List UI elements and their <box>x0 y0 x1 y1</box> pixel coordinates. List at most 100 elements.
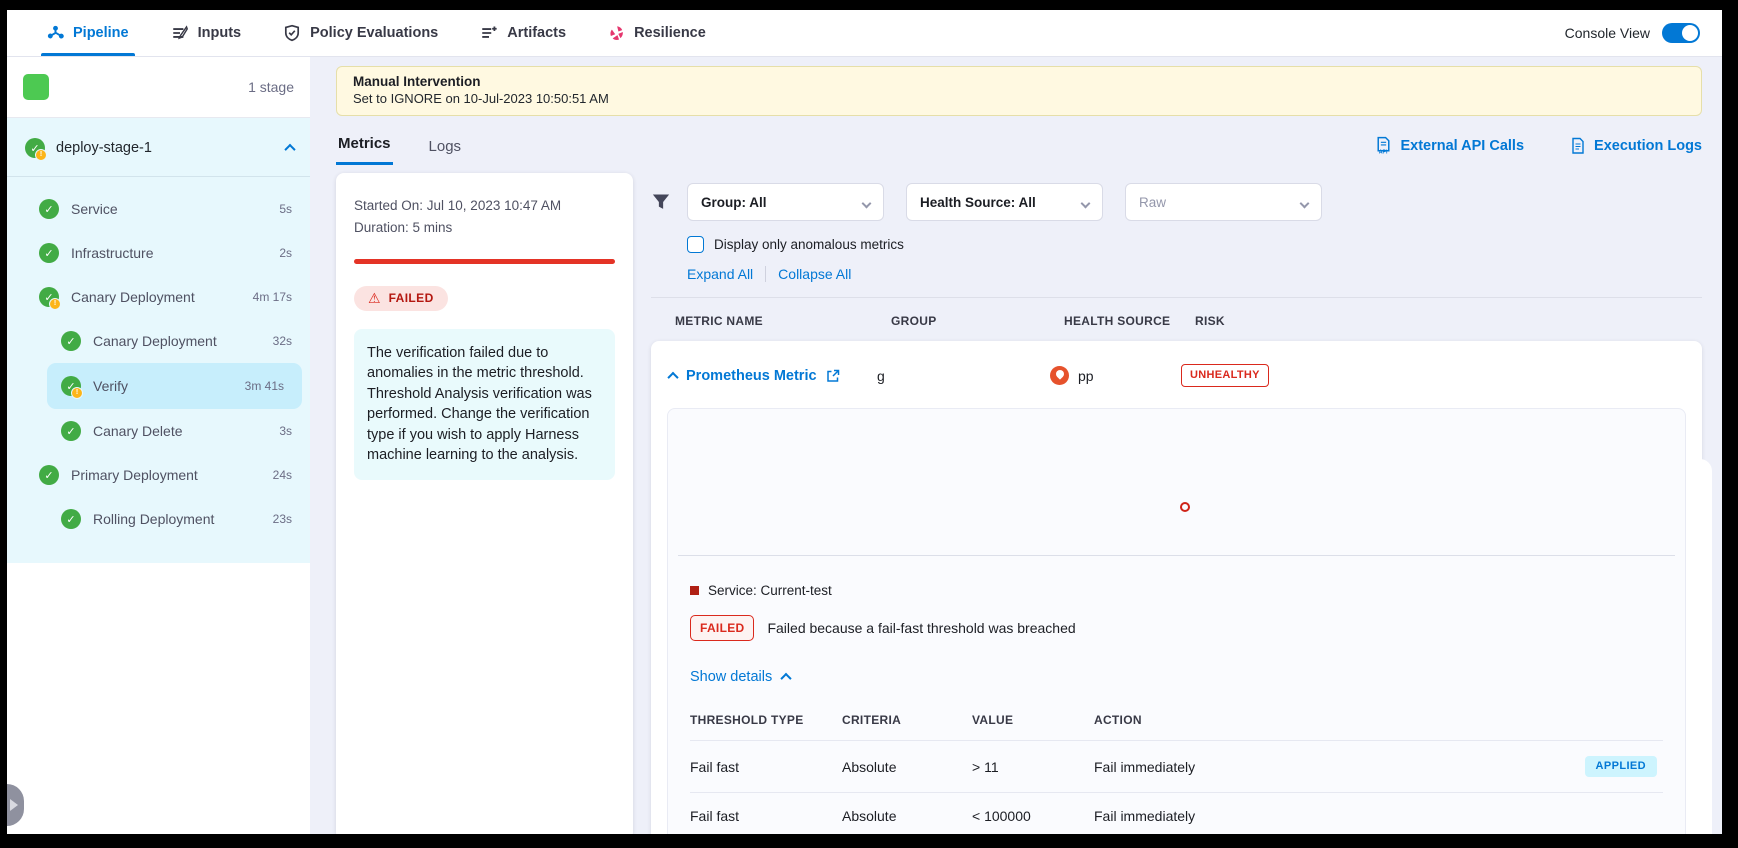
tab-logs[interactable]: Logs <box>427 132 464 165</box>
prometheus-icon <box>1050 366 1069 385</box>
health-source-filter-select[interactable]: Health Source: All <box>906 183 1103 221</box>
manual-intervention-banner: Manual Intervention Set to IGNORE on 10-… <box>336 66 1702 116</box>
started-on: Started On: Jul 10, 2023 10:47 AM <box>354 195 615 217</box>
stage-row[interactable]: ✓ deploy-stage-1 <box>7 118 310 176</box>
raw-filter-select[interactable]: Raw <box>1125 183 1322 221</box>
chart-x-axis <box>678 555 1675 556</box>
warning-triangle-icon: ⚠ <box>368 291 381 305</box>
threshold-row: Fail fast Absolute > 11 Fail immediately… <box>690 740 1663 792</box>
console-view-toggle[interactable] <box>1662 23 1700 43</box>
step-duration: 3m 41s <box>245 379 284 393</box>
step-label: Rolling Deployment <box>93 511 214 527</box>
metric-name-link[interactable]: Prometheus Metric <box>686 368 817 384</box>
col-criteria: CRITERIA <box>842 713 972 727</box>
group-filter-select[interactable]: Group: All <box>687 183 884 221</box>
failed-progress-bar <box>354 259 615 264</box>
execution-logs-link[interactable]: Execution Logs <box>1570 136 1702 155</box>
show-details-toggle[interactable]: Show details <box>690 669 1663 685</box>
health-source-filter-value: Health Source: All <box>920 195 1036 210</box>
metric-card: Prometheus Metric g pp UNHEALTHY <box>651 341 1702 834</box>
metric-chart[interactable] <box>668 409 1685 555</box>
threshold-value: > 11 <box>972 759 1094 775</box>
duration: Duration: 5 mins <box>354 217 615 239</box>
tab-pipeline[interactable]: Pipeline <box>47 10 129 56</box>
step-service[interactable]: ✓ Service 5s <box>7 187 310 231</box>
tab-artifacts[interactable]: Artifacts <box>480 10 566 56</box>
step-label: Infrastructure <box>71 245 153 261</box>
risk-badge-unhealthy: UNHEALTHY <box>1181 364 1269 387</box>
step-duration: 4m 17s <box>253 290 292 304</box>
console-view-label: Console View <box>1565 25 1650 41</box>
raw-filter-value: Raw <box>1139 195 1166 210</box>
threshold-row: Fail fast Absolute < 100000 Fail immedia… <box>690 792 1663 834</box>
verification-summary-card: Started On: Jul 10, 2023 10:47 AM Durati… <box>336 173 633 834</box>
show-details-label: Show details <box>690 669 772 685</box>
step-canary-deployment[interactable]: ✓ Canary Deployment 32s <box>7 319 310 363</box>
collapse-stage-chevron[interactable] <box>286 139 294 157</box>
threshold-criteria: Absolute <box>842 808 972 824</box>
step-canary-delete[interactable]: ✓ Canary Delete 3s <box>7 409 310 453</box>
success-icon: ✓ <box>61 421 81 441</box>
tab-policy-evaluations-label: Policy Evaluations <box>310 25 438 41</box>
resilience-chaos-icon <box>608 25 625 42</box>
step-label: Canary Deployment <box>93 333 217 349</box>
scrollbar-track[interactable] <box>1688 459 1712 834</box>
verification-message: The verification failed due to anomalies… <box>354 329 615 480</box>
success-icon: ✓ <box>39 199 59 219</box>
app-window: Pipeline Inputs Policy Evaluations Artif… <box>7 10 1722 834</box>
success-icon: ✓ <box>61 509 81 529</box>
col-action: ACTION <box>1094 713 1663 727</box>
step-duration: 24s <box>273 468 292 482</box>
divider <box>765 266 766 282</box>
step-infrastructure[interactable]: ✓ Infrastructure 2s <box>7 231 310 275</box>
step-label: Canary Deployment <box>71 289 195 305</box>
success-warning-icon: ✓ <box>39 287 59 307</box>
col-group: GROUP <box>891 314 1064 328</box>
metric-row: Prometheus Metric g pp UNHEALTHY <box>667 356 1686 395</box>
step-verify[interactable]: ✓ Verify 3m 41s <box>47 363 302 409</box>
collapse-metric-chevron[interactable] <box>669 367 677 385</box>
tab-inputs[interactable]: Inputs <box>171 10 242 56</box>
step-duration: 3s <box>279 424 292 438</box>
api-document-icon: API <box>1375 136 1392 155</box>
tab-metrics[interactable]: Metrics <box>336 129 393 165</box>
sidebar-header: 1 stage <box>7 57 310 118</box>
tab-artifacts-label: Artifacts <box>507 25 566 41</box>
legend-swatch <box>690 586 699 595</box>
banner-subtitle: Set to IGNORE on 10-Jul-2023 10:50:51 AM <box>353 91 1685 106</box>
threshold-type: Fail fast <box>690 759 842 775</box>
external-api-calls-link[interactable]: API External API Calls <box>1375 136 1524 155</box>
step-duration: 5s <box>279 202 292 216</box>
anomalous-point-marker[interactable] <box>1180 502 1190 512</box>
step-primary-deployment[interactable]: ✓ Primary Deployment 24s <box>7 453 310 497</box>
external-link-icon[interactable] <box>826 369 840 383</box>
col-value: VALUE <box>972 713 1094 727</box>
metrics-panel: Group: All Health Source: All Raw <box>651 173 1702 834</box>
chevron-down-icon <box>863 195 870 210</box>
collapse-all-link[interactable]: Collapse All <box>778 266 851 282</box>
tab-resilience[interactable]: Resilience <box>608 10 706 56</box>
tab-resilience-label: Resilience <box>634 25 706 41</box>
col-metric-name: METRIC NAME <box>675 314 891 328</box>
main-content: Manual Intervention Set to IGNORE on 10-… <box>310 57 1722 834</box>
chart-legend: Service: Current-test <box>690 583 1663 598</box>
success-icon: ✓ <box>61 331 81 351</box>
svg-text:API: API <box>1379 149 1388 155</box>
applied-badge: APPLIED <box>1585 756 1657 777</box>
failed-label: FAILED <box>389 291 434 305</box>
filter-funnel-icon[interactable] <box>651 192 671 212</box>
step-canary-deployment-group[interactable]: ✓ Canary Deployment 4m 17s <box>7 275 310 319</box>
banner-title: Manual Intervention <box>353 74 1685 89</box>
step-rolling-deployment[interactable]: ✓ Rolling Deployment 23s <box>7 497 310 541</box>
group-filter-value: Group: All <box>701 195 767 210</box>
success-icon: ✓ <box>39 243 59 263</box>
expand-panel-handle[interactable] <box>7 784 24 826</box>
anomalous-metrics-checkbox[interactable] <box>687 236 704 253</box>
shield-check-icon <box>283 24 301 42</box>
execution-sidebar: 1 stage ✓ deploy-stage-1 ✓ Service 5s <box>7 57 310 834</box>
expand-all-link[interactable]: Expand All <box>687 266 753 282</box>
step-label: Verify <box>93 378 128 394</box>
threshold-action: Fail immediately <box>1094 759 1195 775</box>
tab-policy-evaluations[interactable]: Policy Evaluations <box>283 10 438 56</box>
step-duration: 2s <box>279 246 292 260</box>
